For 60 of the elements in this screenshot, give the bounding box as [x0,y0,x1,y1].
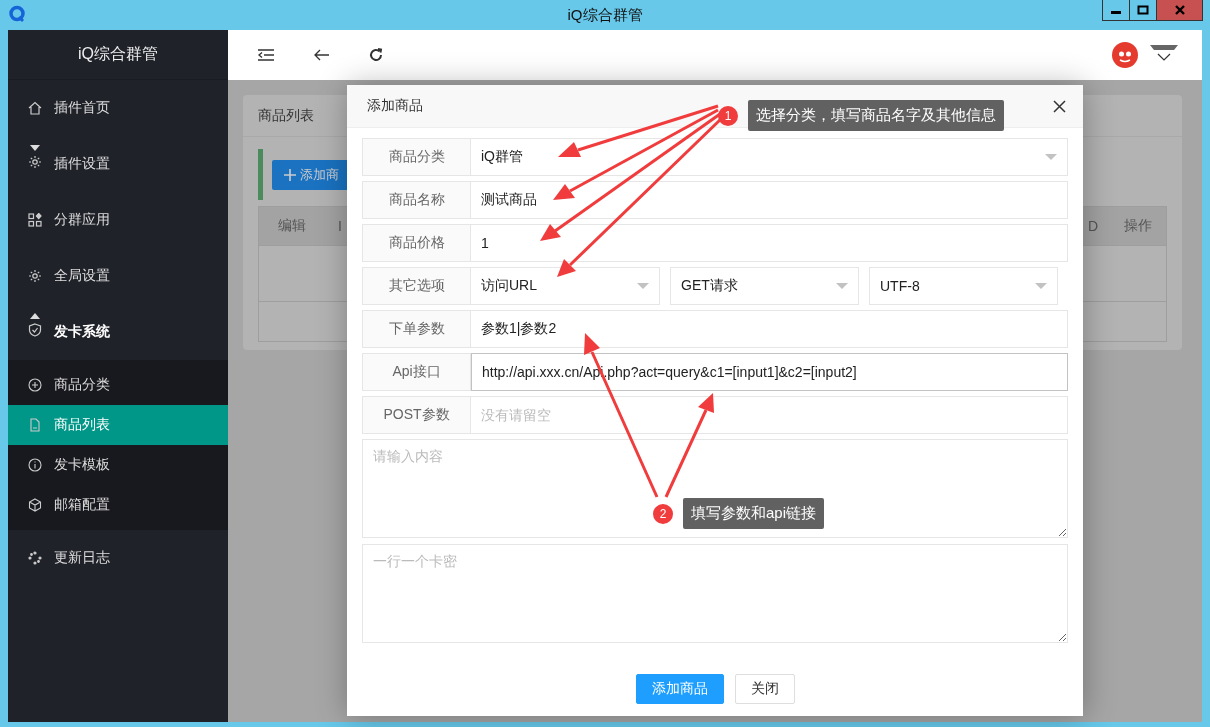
sidebar-item[interactable]: 插件设置 [8,136,228,192]
sidebar-subitem[interactable]: 商品分类 [8,365,228,405]
caret-icon [30,313,40,319]
doc-icon [28,418,42,432]
close-icon[interactable] [1053,99,1066,113]
field-label: 商品价格 [362,224,471,262]
field-label: Api接口 [362,353,471,391]
dialog-title: 添加商品 [367,97,423,115]
field-label: 其它选项 [362,267,471,305]
sidebar-item[interactable]: 全局设置 [8,248,228,304]
annotation-tooltip: 填写参数和api链接 [683,498,825,529]
field-label: 商品名称 [362,181,471,219]
select-field[interactable]: iQ群管 [471,138,1068,176]
refresh-icon[interactable] [369,48,383,62]
sidebar-subitem[interactable]: 商品列表 [8,405,228,445]
sidebar-item[interactable]: 分群应用 [8,192,228,248]
back-arrow-icon[interactable] [314,49,329,61]
annotation-tooltip: 选择分类，填写商品名字及其他信息 [748,100,1004,131]
close-dialog-button[interactable]: 关闭 [734,674,795,704]
shield-icon [28,323,42,337]
sidebar-subitem[interactable]: 邮箱配置 [8,485,228,525]
dropdown-arrow-icon [836,283,848,289]
cube-icon [28,498,42,512]
plus-circle-icon [28,378,42,392]
info-icon [28,458,42,472]
card-title: 商品列表 [258,106,314,125]
menu-icon[interactable] [258,49,274,61]
input-field[interactable]: 测试商品 [471,181,1068,219]
spinner-icon [28,551,42,565]
sidebar-item[interactable]: 更新日志 [8,530,228,586]
select-field[interactable]: GET请求 [670,267,859,305]
caret-icon [30,145,40,151]
field-label: POST参数 [362,396,471,434]
close-button[interactable] [1157,0,1202,20]
maximize-icon [1137,5,1149,15]
settings-icon [28,155,42,169]
dropdown-arrow-icon [637,283,649,289]
plus-icon [284,168,296,181]
settings-icon [28,269,42,283]
select-field[interactable]: UTF-8 [869,267,1058,305]
house-icon [28,101,42,115]
avatar-icon[interactable] [1112,42,1138,68]
sidebar-item[interactable]: 发卡系统 [8,304,228,360]
column-header: D [1087,218,1098,234]
field-label: 下单参数 [362,310,471,348]
sidebar-item[interactable]: 插件首页 [8,80,228,136]
field-label: 商品分类 [362,138,471,176]
input-field[interactable]: 没有请留空 [471,396,1068,434]
text-area[interactable]: 一行一个卡密 [362,544,1068,643]
input-field[interactable]: 参数1|参数2 [471,310,1068,348]
input-field[interactable]: 1 [471,224,1068,262]
column-header: 编辑 [278,217,306,235]
sidebar-subitem[interactable]: 发卡模板 [8,445,228,485]
column-header: 操作 [1124,217,1152,235]
window-title: iQ综合群管 [567,5,643,25]
dropdown-arrow-icon [1035,283,1047,289]
apps-icon [28,213,42,227]
close-icon [1173,5,1186,15]
dropdown-arrow-icon [1045,154,1057,160]
app-logo-icon [8,5,26,23]
